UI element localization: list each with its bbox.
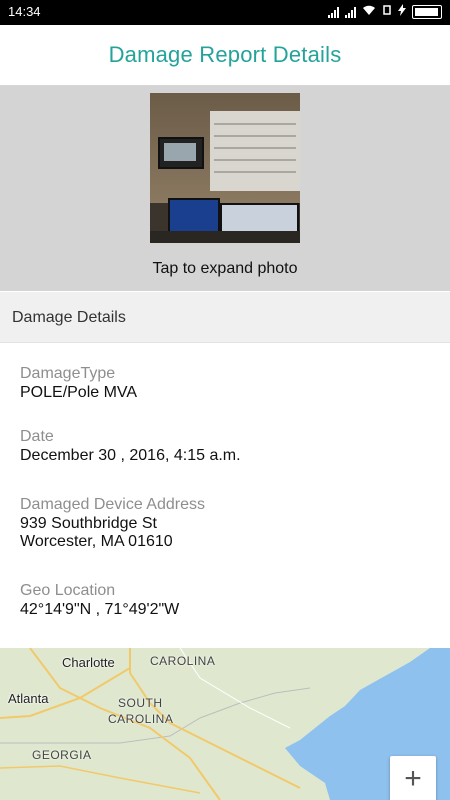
- status-icons: [328, 4, 442, 19]
- address-label: Damaged Device Address: [20, 496, 205, 513]
- damage-type-label: DamageType: [20, 365, 116, 382]
- geo-location-field: Geo Location 42°14'9"N , 71°49'2"W: [20, 581, 179, 619]
- date-field: Date December 30 , 2016, 4:15 a.m.: [20, 427, 241, 465]
- battery-icon: [412, 4, 442, 19]
- damage-type-value: POLE/Pole MVA: [20, 384, 138, 401]
- map-label-carolina-south: CAROLINA: [108, 712, 174, 726]
- address-field: Damaged Device Address 939 Southbridge S…: [20, 495, 205, 551]
- section-header: Damage Details: [0, 292, 450, 343]
- map-label-atlanta: Atlanta: [8, 691, 49, 706]
- map-label-georgia: GEORGIA: [32, 748, 92, 762]
- tap-to-expand-label[interactable]: Tap to expand photo: [0, 260, 450, 278]
- signal-icon: [345, 6, 356, 18]
- map-label-charlotte: Charlotte: [62, 655, 115, 670]
- page-title: Damage Report Details: [108, 42, 342, 67]
- section-title: Damage Details: [12, 309, 126, 326]
- map-graphic: [0, 648, 450, 800]
- charging-icon: [398, 4, 406, 19]
- map-label-south: SOUTH: [118, 696, 163, 710]
- alarm-icon: [382, 4, 392, 19]
- signal-icon: [328, 6, 339, 18]
- date-value: December 30 , 2016, 4:15 a.m.: [20, 447, 241, 464]
- address-line-1: 939 Southbridge St: [20, 515, 157, 532]
- geo-location-label: Geo Location: [20, 582, 116, 599]
- location-map[interactable]: Charlotte CAROLINA Atlanta SOUTH CAROLIN…: [0, 648, 450, 800]
- address-line-2: Worcester, MA 01610: [20, 533, 173, 550]
- photo-section[interactable]: Tap to expand photo: [0, 86, 450, 291]
- wifi-icon: [362, 4, 376, 19]
- status-bar: 14:34: [0, 0, 450, 25]
- date-label: Date: [20, 428, 54, 445]
- damage-type-field: DamageType POLE/Pole MVA: [20, 364, 137, 402]
- status-time: 14:34: [8, 4, 41, 19]
- map-label-carolina-north: CAROLINA: [150, 654, 216, 668]
- damage-photo-thumbnail[interactable]: [150, 93, 300, 243]
- app-header: Damage Report Details: [0, 25, 450, 86]
- zoom-in-button[interactable]: +: [390, 756, 436, 800]
- geo-location-value: 42°14'9"N , 71°49'2"W: [20, 601, 180, 618]
